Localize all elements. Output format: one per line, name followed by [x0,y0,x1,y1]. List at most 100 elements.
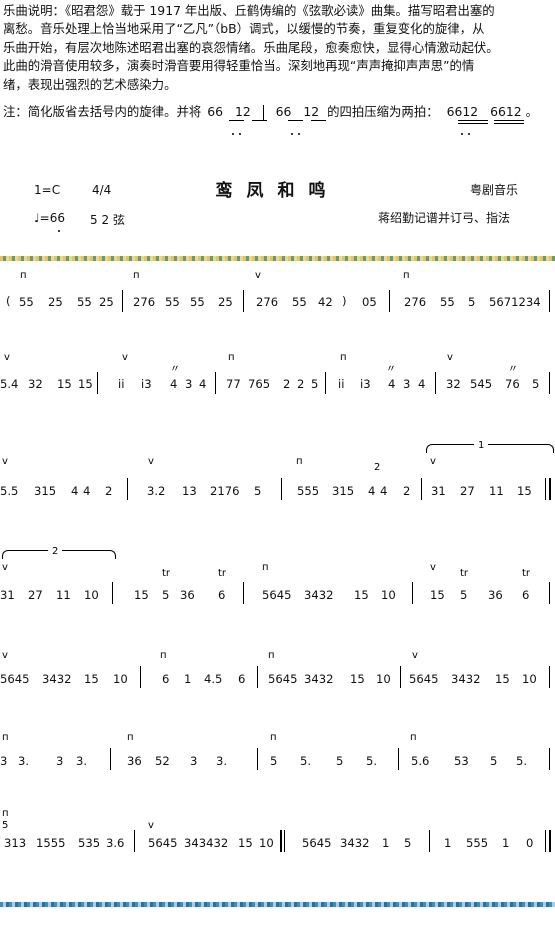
volta-number: 2 [48,546,63,557]
score-note: 25 [48,295,63,309]
score-note: 5 [270,754,278,768]
score-note: 36 [180,588,195,602]
score-note: 3.6 [106,836,125,850]
score-note: 4 [199,377,207,391]
score-note: 5. [516,754,528,768]
score-note: 5. [366,754,378,768]
score-line-4: 2 v tr tr п v tr tr 31 27 11 10 15 5 36 … [0,540,555,612]
fingering-number: 2 [374,462,381,473]
score-note: 6 [162,672,170,686]
score-note: 765 [248,377,271,391]
slide-mark: 〃 [508,364,518,375]
score-note: 5645 [268,672,298,686]
score-note: 4 [170,377,178,391]
score-note: 53 [454,754,469,768]
score-note: 3. [216,754,228,768]
simplification-note: 注：简化版省去括号内的旋律。并将 66 12 66 12 的四拍压缩为两拍： 6… [3,102,538,121]
bracket: ) [342,294,347,308]
score-note: i3 [360,377,371,391]
note-end: 。 [525,104,538,119]
score-note: 4 [418,377,426,391]
score-note: 10 [381,588,396,602]
score-note: 15 [134,588,149,602]
score-note: 555 [297,484,320,498]
bow-up-icon: v [2,562,8,573]
score-note: 313 [4,836,27,850]
score-note: ii [338,377,345,391]
score-note: 42 [318,295,333,309]
score-note: 15 [495,672,510,686]
score-note: 3432 [340,836,370,850]
score-note: 1 [382,836,390,850]
score-note: 2 [105,484,113,498]
music-description: 乐曲说明：《昭君怨》载于 1917 年出版、丘鹤俦编的《弦歌必读》曲集。描写昭君… [3,2,552,94]
bow-up-icon: v [122,352,128,363]
trill-mark: tr [162,568,171,579]
score-note: 1555 [36,836,66,850]
note-mid: 的四拍压缩为两拍： [327,104,439,119]
score-note: 10 [259,836,274,850]
decorative-border-bottom [0,902,555,907]
score-note: ii [118,377,125,391]
note-value: 66 [275,104,292,119]
note-value: 66 [207,104,223,119]
description-line: 离愁。音乐处理上恰当地采用了“乙凡”（bB）调式，以缓慢的节奏，重复变化的旋律，… [3,21,485,37]
score-note: 32 [28,377,43,391]
bow-down-icon: п [228,352,235,363]
score-note: 555 [466,836,489,850]
score-note: 315 [332,484,355,498]
score-note: 76 [505,377,520,391]
description-line: 乐曲说明：《昭君怨》载于 1917 年出版、丘鹤俦编的《弦歌必读》曲集。描写昭君… [3,3,495,18]
score-note: 11 [489,484,504,498]
bow-up-icon: v [447,352,453,363]
score-note: 52 [155,754,170,768]
score-note: 5645 [302,836,332,850]
bow-down-icon: п [268,650,275,661]
score-note: 343432 [184,836,229,850]
string-tuning: 5 2 弦 [90,213,125,227]
key-signature: 1=C [34,183,61,197]
score-note: 10 [376,672,391,686]
score-note: 10 [84,588,99,602]
trill-mark: tr [460,568,469,579]
note-value: 12 [303,104,320,119]
bow-down-icon: п [262,562,269,573]
score-note: 55 [77,295,92,309]
bow-down-icon: п [133,270,140,281]
score-line-2: v v 〃 п п 〃 v 〃 5.4 32 15 15 ii i3 4 3 4… [0,350,555,412]
score-note: 5 [254,484,262,498]
score-note: 3 [403,377,411,391]
score-note: 4.5 [204,672,223,686]
score-note: 6 [522,588,530,602]
score-note: 1 [502,836,510,850]
score-note: 10 [113,672,128,686]
bow-down-icon: п [160,650,167,661]
score-note: 276 [133,295,156,309]
score-note: 4 [368,484,376,498]
score-note: 4 [83,484,91,498]
score-note: 5671234 [489,295,541,309]
bow-up-icon: v [2,456,8,467]
note-value: 6612 [446,104,479,119]
score-note: 32 [446,377,461,391]
score-note: 5645 [262,588,292,602]
score-note: 27 [460,484,475,498]
score-note: 15 [354,588,369,602]
volta-number: 1 [474,440,489,451]
score-note: 25 [218,295,233,309]
score-note: 4 [380,484,388,498]
score-note: 5 [311,377,319,391]
score-line-5: v п п v 5645 3432 15 10 6 1 4.5 6 5645 3… [0,640,555,702]
score-note: 3.2 [147,484,166,498]
score-note: 5 [490,754,498,768]
score-note: 55 [440,295,455,309]
score-note: 3 [56,754,64,768]
score-note: i3 [141,377,152,391]
score-note: 3. [76,754,88,768]
score-note: 55 [165,295,180,309]
bow-down-icon: п [270,732,277,743]
trill-mark: tr [218,568,227,579]
score-line-6: п п п п 3 3. 3 3. 36 52 3 3. 5 5. 5 5. 5… [0,730,555,780]
score-note: 05 [362,295,377,309]
notation-credit: 蒋绍勤记谱并订弓、指法 [378,211,511,225]
